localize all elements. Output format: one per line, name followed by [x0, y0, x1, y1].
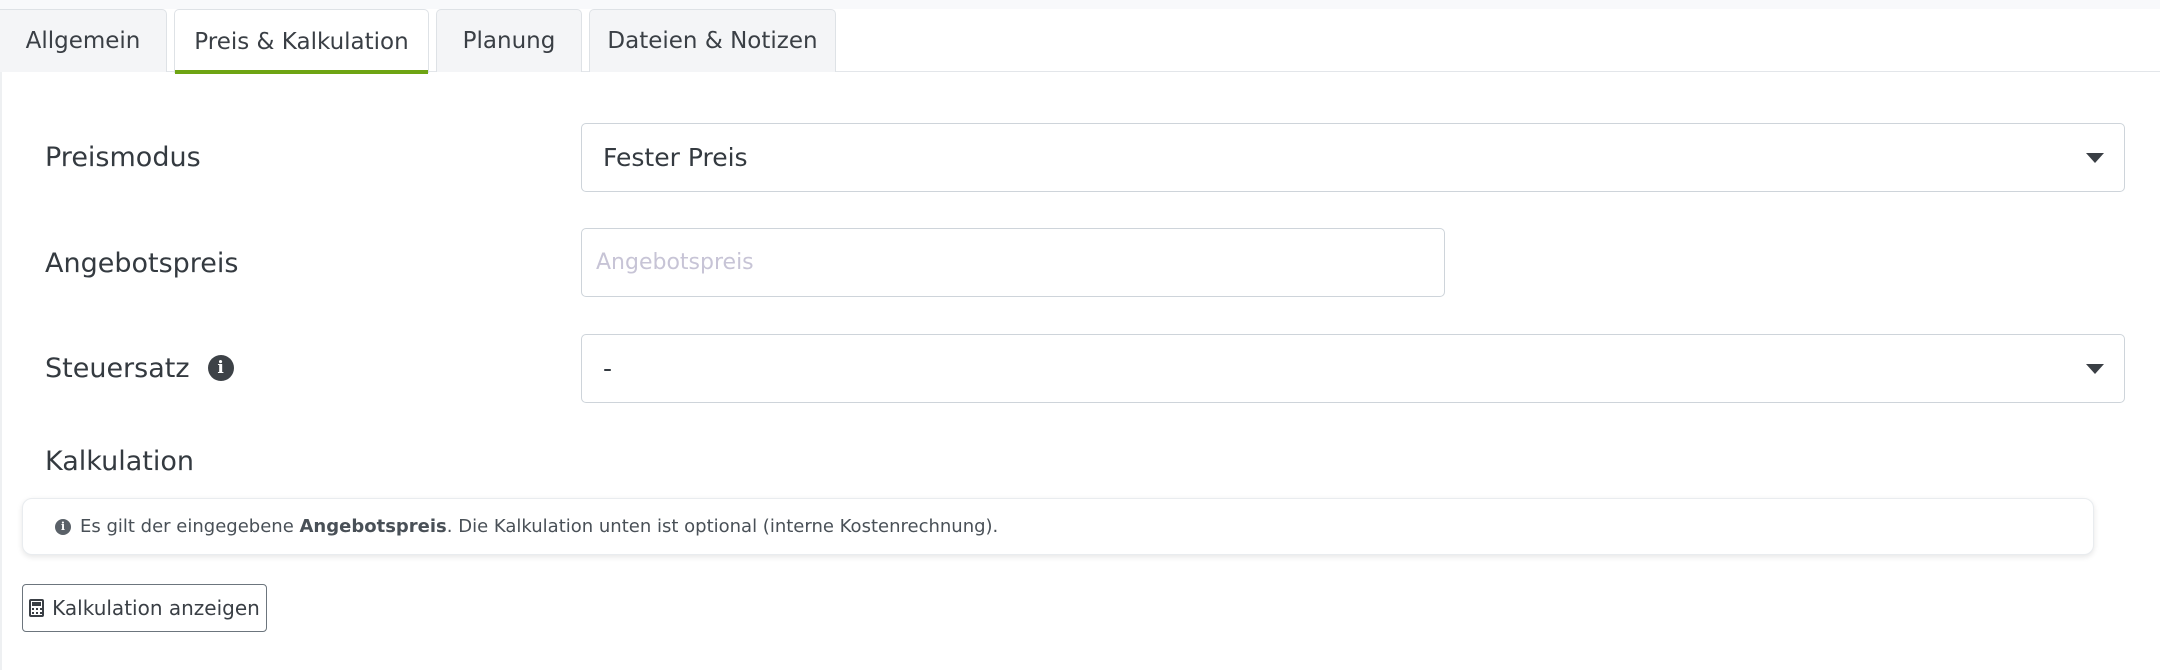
offer-price-label: Angebotspreis [45, 244, 238, 282]
notice-suffix: . Die Kalkulation unten ist optional (in… [446, 516, 999, 537]
notice-emphasis: Angebotspreis [299, 516, 447, 537]
chevron-down-icon [2086, 363, 2104, 374]
tab-label: Dateien & Notizen [607, 28, 818, 54]
price-mode-select[interactable]: Fester Preis [581, 123, 2125, 192]
price-mode-value: Fester Preis [603, 143, 748, 172]
offer-price-input[interactable] [581, 228, 1445, 297]
price-mode-label: Preismodus [45, 138, 201, 176]
price-calculation-page: Allgemein Preis & Kalkulation Planung Da… [0, 0, 2160, 670]
tab-label: Planung [462, 28, 556, 54]
info-circle-icon: i [55, 518, 71, 535]
info-circle-icon[interactable]: i [207, 355, 234, 381]
tax-rate-label: Steuersatz i [45, 349, 234, 387]
tab-allgemein[interactable]: Allgemein [0, 9, 167, 72]
calculator-icon [29, 599, 45, 617]
tab-label: Preis & Kalkulation [194, 28, 409, 55]
tab-dateien-notizen[interactable]: Dateien & Notizen [589, 9, 836, 72]
panel-left-border [0, 72, 2, 670]
tax-rate-value: - [603, 354, 613, 383]
chevron-down-icon [2086, 152, 2104, 163]
show-calculation-button[interactable]: Kalkulation anzeigen [22, 584, 267, 632]
offer-price-label-text: Angebotspreis [45, 247, 239, 279]
tax-rate-label-text: Steuersatz [45, 352, 190, 384]
calculation-title: Kalkulation [45, 446, 194, 477]
tax-rate-select[interactable]: - [581, 334, 2125, 403]
tab-label: Allgemein [25, 28, 141, 54]
price-mode-label-text: Preismodus [45, 141, 201, 173]
tab-preis-kalkulation[interactable]: Preis & Kalkulation [174, 9, 429, 74]
show-calculation-label: Kalkulation anzeigen [52, 596, 260, 620]
tab-bar: Allgemein Preis & Kalkulation Planung Da… [0, 0, 2160, 74]
tab-planung[interactable]: Planung [436, 9, 582, 72]
calculation-notice: i Es gilt der eingegebene Angebotspreis … [22, 498, 2094, 555]
notice-prefix: Es gilt der eingegebene [80, 516, 300, 537]
